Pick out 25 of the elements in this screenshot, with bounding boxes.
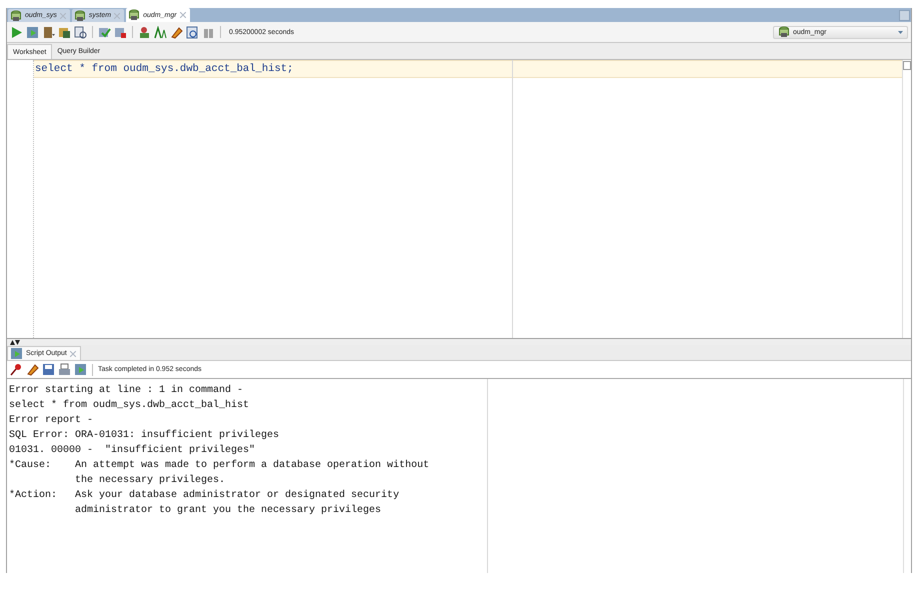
splitter-arrows-icon[interactable]: [10, 340, 20, 344]
database-icon: [10, 10, 22, 22]
output-line: *Action: Ask your database administrator or designated security: [9, 488, 400, 503]
run-script-icon[interactable]: [26, 26, 39, 38]
output-line: the necessary privileges.: [74, 474, 226, 488]
output-line: administrator to grant you the necessary privileges: [74, 504, 382, 518]
output-line: SQL Error: ORA-01031: insufficient privileges: [9, 428, 280, 443]
eraser-icon[interactable]: [26, 363, 39, 376]
caret-icon: [898, 30, 903, 34]
eraser-icon[interactable]: [170, 26, 183, 38]
run-icon[interactable]: [10, 26, 23, 38]
run-script-icon[interactable]: [74, 363, 87, 376]
output-line: *Cause: An attempt was made to perform a database operation without: [9, 458, 430, 473]
pin-icon[interactable]: [10, 363, 23, 376]
output-line: select * from oudm_sys.dwb_acct_bal_hist: [9, 398, 250, 413]
database-icon: [74, 10, 86, 22]
document-search-icon[interactable]: [74, 26, 87, 38]
output-line: Error starting at line : 1 in command -: [9, 384, 244, 398]
print-icon[interactable]: [58, 363, 71, 376]
save-icon[interactable]: [42, 363, 55, 376]
connection-icon: [778, 26, 790, 38]
output-line: 01031. 00000 - "insufficient privileges": [9, 444, 256, 458]
code-line: select * from oudm_sys.dwb_acct_bal_hist;: [35, 63, 294, 75]
output-line: Error report -: [9, 414, 94, 428]
database-icon: [128, 9, 140, 21]
